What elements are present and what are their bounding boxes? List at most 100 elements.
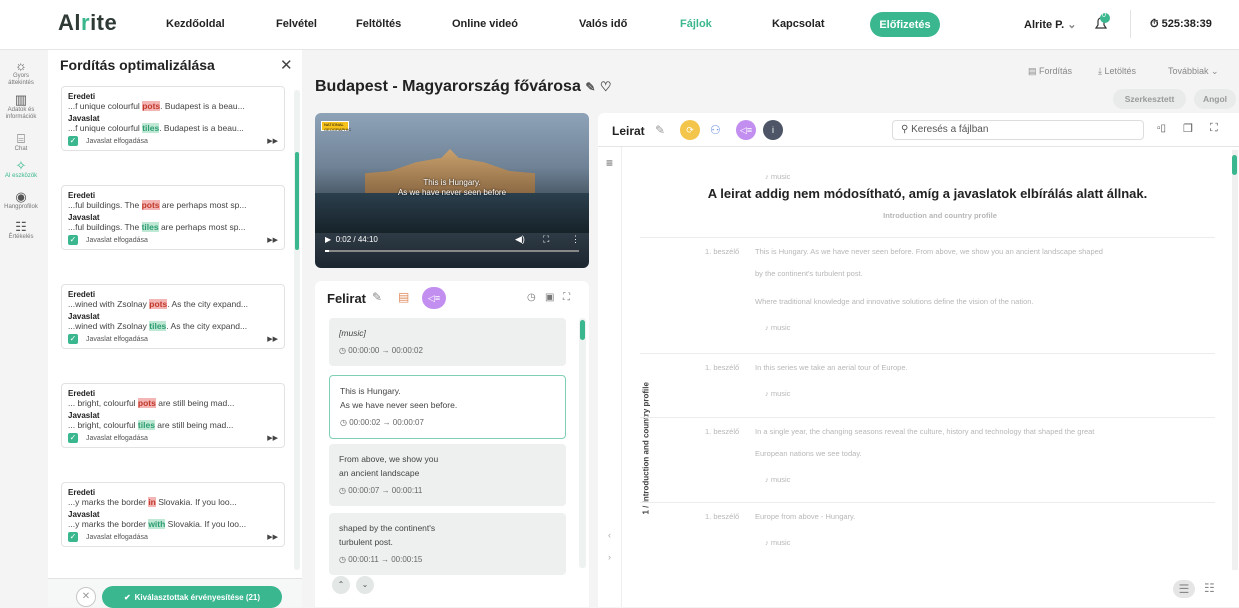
chat-icon: ⌸ — [17, 131, 25, 146]
menu-icon[interactable]: ≡ — [606, 156, 613, 170]
nav-item-home[interactable]: Kezdőoldal — [166, 18, 225, 30]
transcript-text: European nations we see today. — [755, 449, 862, 458]
user-menu[interactable]: Alrite P. ⌄ — [1024, 18, 1076, 31]
speaker-label[interactable]: 1. beszélő — [705, 512, 739, 521]
more-options-icon[interactable]: ⋮ — [571, 234, 580, 245]
subtitle-segment[interactable]: [music] ◷ 00:00:00 → 00:00:02 — [329, 318, 566, 366]
nav-item-upload[interactable]: Feltöltés — [356, 18, 401, 30]
credit-timer: ⏱ 525:38:39 — [1150, 18, 1212, 31]
chapter-strip — [600, 147, 622, 607]
suggestion-card[interactable]: Eredeti ...y marks the border in Slovakia… — [61, 482, 285, 547]
subtitle-scrollbar[interactable] — [579, 318, 586, 568]
checkbox-checked-icon[interactable]: ✓ — [68, 136, 78, 146]
notification-bell[interactable]: 0 — [1090, 12, 1112, 34]
rail-item-overview[interactable]: ☼ Gyors áttekintés — [0, 58, 42, 87]
subtitle-style-icon[interactable]: ▤ — [398, 290, 409, 304]
timer-value: 525:38:39 — [1161, 18, 1212, 30]
timer-icon[interactable]: ◷ — [527, 292, 536, 303]
nav-item-files[interactable]: Fájlok — [680, 18, 712, 30]
subscribe-button[interactable]: Előfizetés — [870, 12, 940, 37]
accept-suggestion-row[interactable]: ✓ Javaslat elfogadása ▶▶ — [68, 433, 278, 443]
checkbox-checked-icon[interactable]: ✓ — [68, 334, 78, 344]
scroll-down-button[interactable]: ⌄ — [356, 576, 374, 594]
suggestion-card[interactable]: Eredeti ...ful buildings. The pots are pe… — [61, 185, 285, 250]
speaker-label[interactable]: 1. beszélő — [705, 363, 739, 372]
accept-suggestion-row[interactable]: ✓ Javaslat elfogadása ▶▶ — [68, 136, 278, 146]
suggestion-card[interactable]: Eredeti ...wined with Zsolnay pots. As th… — [61, 284, 285, 349]
play-segment-icon[interactable]: ▶▶ — [267, 236, 278, 244]
text-view-icon[interactable]: ☰ — [1173, 580, 1195, 598]
speakers-icon[interactable]: ⚇ — [710, 123, 721, 137]
info-icon[interactable]: i — [763, 120, 783, 140]
subtitle-segment[interactable]: This is Hungary. As we have never seen be… — [329, 375, 566, 439]
fullscreen-icon[interactable]: ⛶ — [543, 234, 549, 245]
suggestion-scroll-thumb[interactable] — [295, 152, 299, 250]
suggestion-label: Javaslat — [68, 114, 100, 123]
nav-item-contact[interactable]: Kapcsolat — [772, 18, 825, 30]
speaker-label[interactable]: 1. beszélő — [705, 427, 739, 436]
subtitle-text-line2: turbulent post. — [339, 537, 393, 547]
edited-badge[interactable]: Szerkesztett — [1113, 89, 1186, 109]
chevron-left-icon[interactable]: ‹ — [608, 530, 611, 540]
expand-icon[interactable]: ⛶ — [563, 292, 570, 303]
volume-icon[interactable]: ◀) — [515, 234, 525, 245]
edit-pencil-icon[interactable]: ✎ — [655, 123, 665, 137]
chevron-right-icon[interactable]: › — [608, 552, 611, 562]
copy-icon[interactable]: ❐ — [1183, 122, 1193, 135]
divider — [598, 146, 1239, 147]
ai-suggest-icon[interactable]: ⟳ — [680, 120, 700, 140]
voice-tag-icon[interactable]: ◁≡ — [736, 120, 756, 140]
fullscreen-icon[interactable]: ⛶ — [1210, 122, 1218, 135]
apply-selected-button[interactable]: ✔ Kiválasztottak érvényesítése (21) — [102, 586, 282, 608]
video-player[interactable]: NATIONAL GEOGRAPHIC This is Hungary. As … — [315, 113, 589, 268]
speaker-label[interactable]: 1. beszélő — [705, 247, 739, 256]
edit-pencil-icon[interactable]: ✎ — [585, 80, 595, 94]
subtitle-segment[interactable]: From above, we show you an ancient landsc… — [329, 444, 566, 506]
accept-suggestion-row[interactable]: ✓ Javaslat elfogadása ▶▶ — [68, 532, 278, 542]
rail-item-rating[interactable]: ☷ Értékelés — [0, 219, 42, 241]
suggestion-card[interactable]: Eredeti... bright, colourful pots are st… — [61, 383, 285, 448]
list-view-icon[interactable]: ☷ — [1204, 581, 1215, 595]
notification-count: 0 — [1102, 12, 1106, 19]
rail-item-chat[interactable]: ⌸ Chat — [0, 131, 42, 153]
suggestion-label: Javaslat — [68, 213, 100, 222]
language-badge[interactable]: Angol — [1194, 89, 1236, 109]
scroll-up-button[interactable]: ⌃ — [332, 576, 350, 594]
rail-item-voice-profiles[interactable]: ◉ Hangprofilok — [0, 189, 42, 211]
nav-item-record[interactable]: Felvétel — [276, 18, 317, 30]
compare-icon[interactable]: ▫▯ — [1157, 123, 1166, 134]
play-segment-icon[interactable]: ▶▶ — [267, 137, 278, 145]
close-icon[interactable]: ✕ — [280, 56, 293, 74]
download-link[interactable]: ⤓ Letöltés — [1098, 66, 1136, 77]
rail-item-data[interactable]: ▥ Adatok és információk — [0, 92, 42, 121]
reject-all-button[interactable]: ✕ — [76, 587, 96, 607]
description-scrollbar[interactable] — [1232, 150, 1238, 570]
edit-pencil-icon[interactable]: ✎ — [372, 290, 382, 304]
suggestion-card[interactable]: Eredeti ...f unique colourful pots. Budap… — [61, 86, 285, 151]
accept-suggestion-row[interactable]: ✓ Javaslat elfogadása ▶▶ — [68, 334, 278, 344]
play-icon[interactable]: ▶ — [325, 235, 331, 244]
alrite-logo[interactable]: Alrite — [58, 10, 117, 36]
play-segment-icon[interactable]: ▶▶ — [267, 533, 278, 541]
subtitle-segment[interactable]: shaped by the continent's turbulent post.… — [329, 513, 566, 575]
play-segment-icon[interactable]: ▶▶ — [267, 335, 278, 343]
nav-item-online-video[interactable]: Online videó — [452, 18, 518, 30]
video-progress-bar[interactable] — [325, 250, 579, 252]
heart-icon[interactable]: ♡ — [600, 79, 612, 94]
transcript-text: Europe from above - Hungary. — [755, 512, 856, 521]
checkbox-checked-icon[interactable]: ✓ — [68, 235, 78, 245]
search-input[interactable]: ⚲ Keresés a fájlban — [892, 120, 1144, 140]
translate-link[interactable]: ▤ Fordítás — [1028, 66, 1072, 77]
accept-suggestion-row[interactable]: ✓ Javaslat elfogadása ▶▶ — [68, 235, 278, 245]
checkbox-checked-icon[interactable]: ✓ — [68, 433, 78, 443]
voice-tag-icon[interactable]: ◁≡ — [422, 287, 446, 309]
more-link[interactable]: Továbbiak ⌄ — [1168, 66, 1219, 77]
description-scroll-thumb[interactable] — [1232, 155, 1237, 175]
nav-item-realtime[interactable]: Valós idő — [579, 18, 627, 30]
caption-icon[interactable]: ▣ — [545, 292, 554, 303]
rail-item-ai-tools[interactable]: ✧ AI eszközök — [0, 158, 42, 180]
original-text: ...y marks the border in Slovakia. If yo… — [68, 497, 237, 507]
subtitle-scroll-thumb[interactable] — [580, 320, 585, 340]
checkbox-checked-icon[interactable]: ✓ — [68, 532, 78, 542]
play-segment-icon[interactable]: ▶▶ — [267, 434, 278, 442]
